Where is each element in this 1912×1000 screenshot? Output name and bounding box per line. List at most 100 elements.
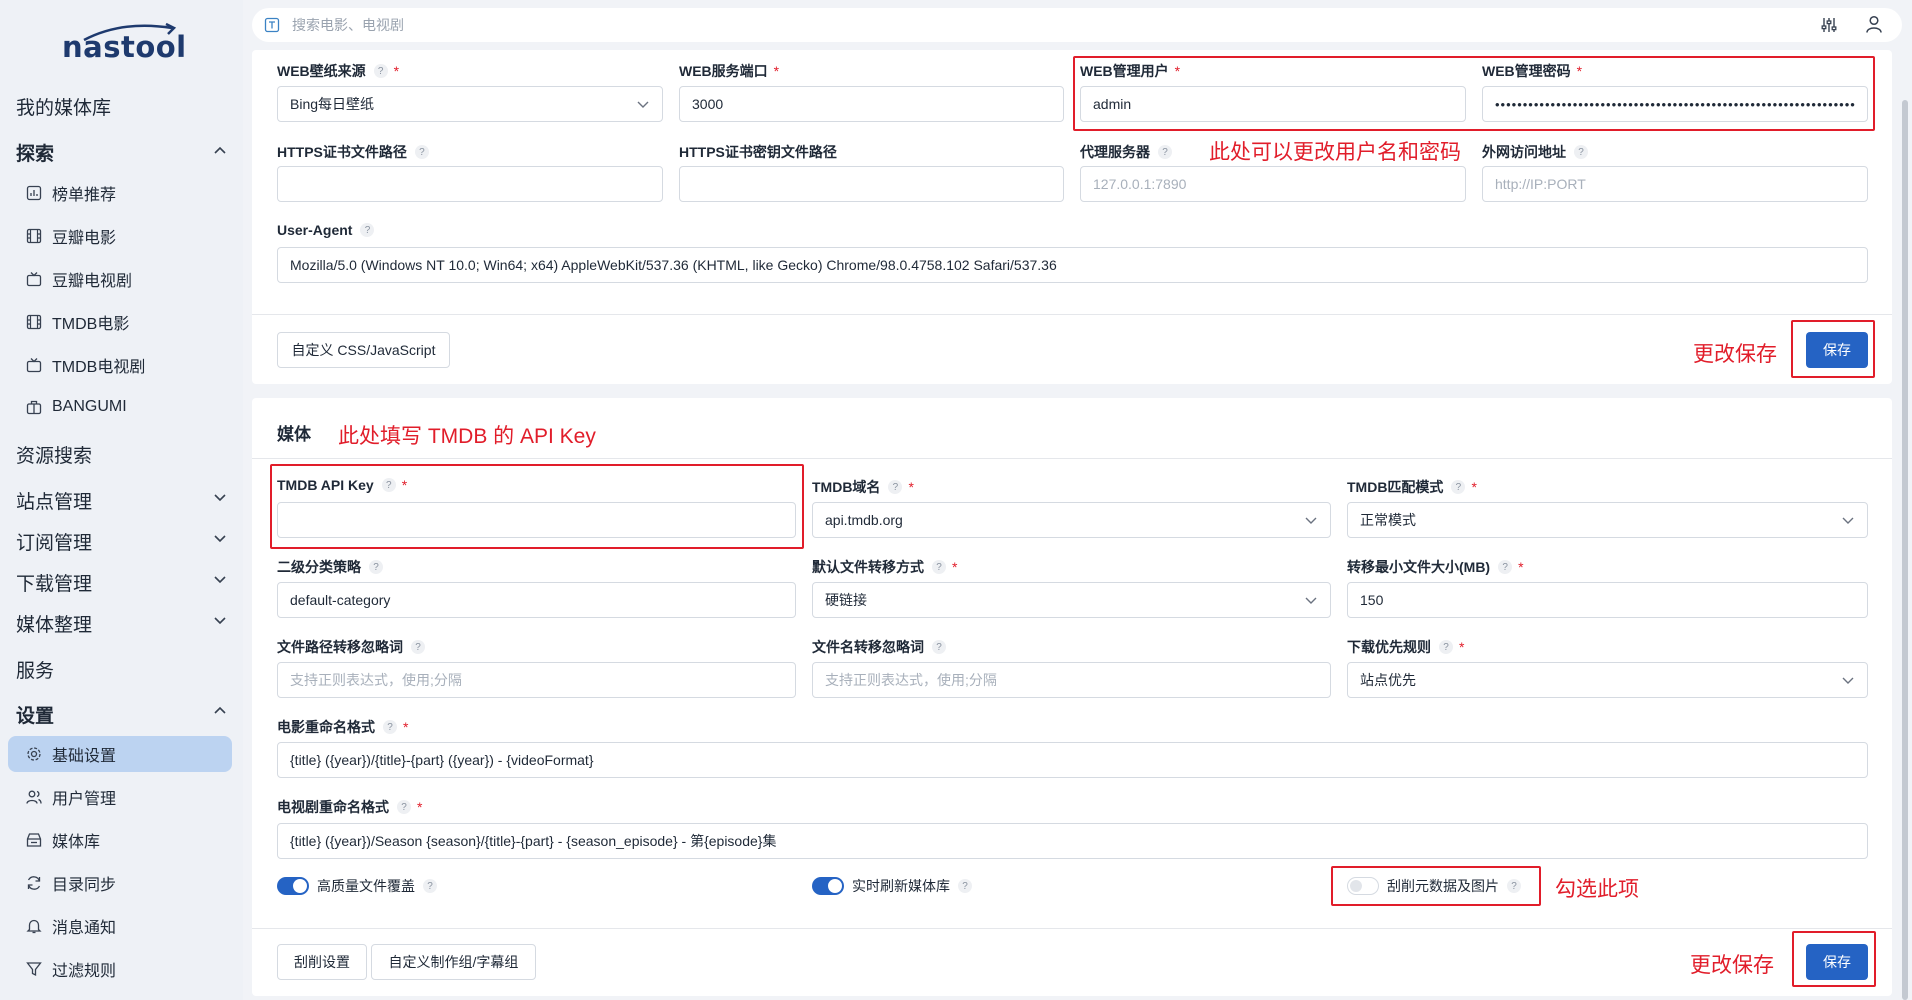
scrollbar[interactable]: [1902, 100, 1908, 1000]
sidebar-item-douban-movie[interactable]: 豆瓣电影: [26, 218, 232, 254]
category-input[interactable]: default-category: [277, 582, 796, 618]
help-icon[interactable]: ?: [414, 145, 429, 159]
sidebar-item-label: 榜单推荐: [52, 187, 117, 204]
download-rule-select[interactable]: 站点优先: [1347, 662, 1868, 698]
min-size-input[interactable]: 150: [1347, 582, 1868, 618]
logo-text: nastool: [62, 30, 187, 64]
chevron-down-icon: [1305, 517, 1317, 524]
tmdb-domain-label: TMDB域名? *: [812, 479, 914, 495]
download-rule-label: 下载优先规则? *: [1347, 639, 1465, 655]
text-cursor-icon: [264, 17, 280, 33]
realtime-refresh-toggle[interactable]: [812, 877, 844, 895]
chevron-down-icon[interactable]: [212, 530, 228, 546]
chevron-down-icon: [1842, 517, 1854, 524]
chevron-up-icon[interactable]: [212, 703, 228, 719]
tmdb-domain-select[interactable]: api.tmdb.org: [812, 502, 1331, 538]
filter-icon: [26, 962, 42, 977]
custom-groups-button[interactable]: 自定义制作组/字幕组: [371, 944, 536, 980]
help-icon[interactable]: ?: [1574, 145, 1588, 159]
nav-download-mgmt[interactable]: 下载管理: [16, 569, 92, 596]
sidebar-item-notifications[interactable]: 消息通知: [26, 908, 232, 944]
sidebar-item-label: 消息通知: [52, 920, 117, 937]
nav-settings[interactable]: 设置: [16, 701, 54, 728]
path-ignore-input[interactable]: [277, 662, 796, 698]
sync-icon: [27, 876, 41, 890]
sidebar-item-label: TMDB电视剧: [52, 359, 146, 376]
help-icon[interactable]: ?: [397, 800, 411, 814]
sidebar-item-tmdb-movie[interactable]: TMDB电影: [26, 304, 232, 340]
proxy-label: 代理服务器?: [1080, 142, 1172, 162]
library-icon: [26, 833, 42, 847]
annotation-tmdb: 此处填写 TMDB 的 API Key: [338, 425, 596, 448]
chevron-down-icon[interactable]: [212, 489, 228, 505]
sidebar-item-bangumi[interactable]: BANGUMI: [26, 389, 232, 425]
https-key-input[interactable]: [679, 166, 1064, 202]
help-icon[interactable]: ?: [383, 720, 397, 734]
help-icon[interactable]: ?: [1439, 640, 1453, 654]
proxy-input[interactable]: [1080, 166, 1466, 202]
nav-resource-search[interactable]: 资源搜索: [16, 441, 92, 468]
path-ignore-label: 文件路径转移忽略词?: [277, 637, 425, 657]
chevron-down-icon[interactable]: [212, 571, 228, 587]
sidebar-item-douban-tv[interactable]: 豆瓣电视剧: [26, 261, 232, 297]
help-icon[interactable]: ?: [373, 64, 388, 78]
movie-format-label: 电影重命名格式? *: [277, 719, 409, 735]
nav-site-mgmt[interactable]: 站点管理: [16, 487, 92, 514]
briefcase-icon: [26, 400, 42, 415]
custom-css-js-button[interactable]: 自定义 CSS/JavaScript: [277, 332, 450, 368]
nav-explore[interactable]: 探索: [16, 139, 54, 166]
tv-icon: [26, 358, 42, 373]
nav-subscribe-mgmt[interactable]: 订阅管理: [16, 528, 92, 555]
nav-service[interactable]: 服务: [16, 656, 54, 683]
tv-format-input[interactable]: {title} ({year})/Season {season}/{title}…: [277, 823, 1868, 859]
help-icon[interactable]: ?: [360, 223, 375, 237]
chevron-down-icon[interactable]: [212, 612, 228, 628]
sidebar-item-label: 用户管理: [52, 791, 117, 808]
wallpaper-select[interactable]: Bing每日壁纸: [277, 86, 663, 122]
sidebar-item-ranking[interactable]: 榜单推荐: [26, 175, 232, 211]
https-cert-input[interactable]: [277, 166, 663, 202]
help-icon[interactable]: ?: [423, 879, 437, 893]
user-icon[interactable]: [1864, 14, 1884, 34]
sidebar-item-tmdb-tv[interactable]: TMDB电视剧: [26, 347, 232, 383]
help-icon[interactable]: ?: [369, 560, 383, 574]
help-icon[interactable]: ?: [932, 640, 946, 654]
help-icon[interactable]: ?: [411, 640, 425, 654]
adjustments-icon[interactable]: [1820, 16, 1838, 34]
media-section-title: 媒体: [277, 425, 311, 444]
help-icon[interactable]: ?: [958, 879, 972, 893]
nav-media-org[interactable]: 媒体整理: [16, 610, 92, 637]
help-icon[interactable]: ?: [1451, 480, 1466, 494]
search-input[interactable]: [292, 12, 1692, 38]
nastool-logo[interactable]: nastool: [62, 18, 186, 64]
nav-my-library[interactable]: 我的媒体库: [16, 93, 111, 120]
tmdb-match-select[interactable]: 正常模式: [1347, 502, 1868, 538]
external-url-input[interactable]: [1482, 166, 1868, 202]
help-icon[interactable]: ?: [888, 480, 903, 494]
sidebar: nastool 我的媒体库 探索 榜单推荐 豆瓣电影 豆瓣电视剧 TMDB电影 …: [0, 0, 243, 1000]
annotation-save-2: 更改保存: [1690, 954, 1774, 977]
help-icon[interactable]: ?: [932, 560, 946, 574]
highlight-user-password: [1073, 56, 1875, 131]
hq-overwrite-label: 高质量文件覆盖?: [317, 876, 437, 896]
chevron-down-icon: [637, 101, 649, 108]
category-label: 二级分类策略?: [277, 557, 383, 577]
help-icon[interactable]: ?: [1498, 560, 1513, 574]
chevron-up-icon[interactable]: [212, 143, 228, 159]
name-ignore-input[interactable]: [812, 662, 1331, 698]
transfer-mode-select[interactable]: 硬链接: [812, 582, 1331, 618]
https-key-label: HTTPS证书密钥文件路径: [679, 144, 837, 160]
sidebar-item-dir-sync[interactable]: 目录同步: [26, 865, 232, 901]
port-input[interactable]: 3000: [679, 86, 1064, 122]
movie-format-input[interactable]: {title} ({year})/{title}-{part} ({year})…: [277, 742, 1868, 778]
sidebar-item-user-mgmt[interactable]: 用户管理: [26, 779, 232, 815]
sidebar-item-media-library[interactable]: 媒体库: [26, 822, 232, 858]
chart-icon: [26, 185, 42, 201]
sidebar-item-label: 目录同步: [52, 877, 117, 894]
scrape-settings-button[interactable]: 刮削设置: [277, 944, 367, 980]
sidebar-item-filter-rules[interactable]: 过滤规则: [26, 951, 232, 987]
help-icon[interactable]: ?: [1158, 145, 1172, 159]
user-agent-input[interactable]: Mozilla/5.0 (Windows NT 10.0; Win64; x64…: [277, 247, 1868, 283]
hq-overwrite-toggle[interactable]: [277, 877, 309, 895]
sidebar-item-basic-settings[interactable]: 基础设置: [8, 736, 232, 772]
